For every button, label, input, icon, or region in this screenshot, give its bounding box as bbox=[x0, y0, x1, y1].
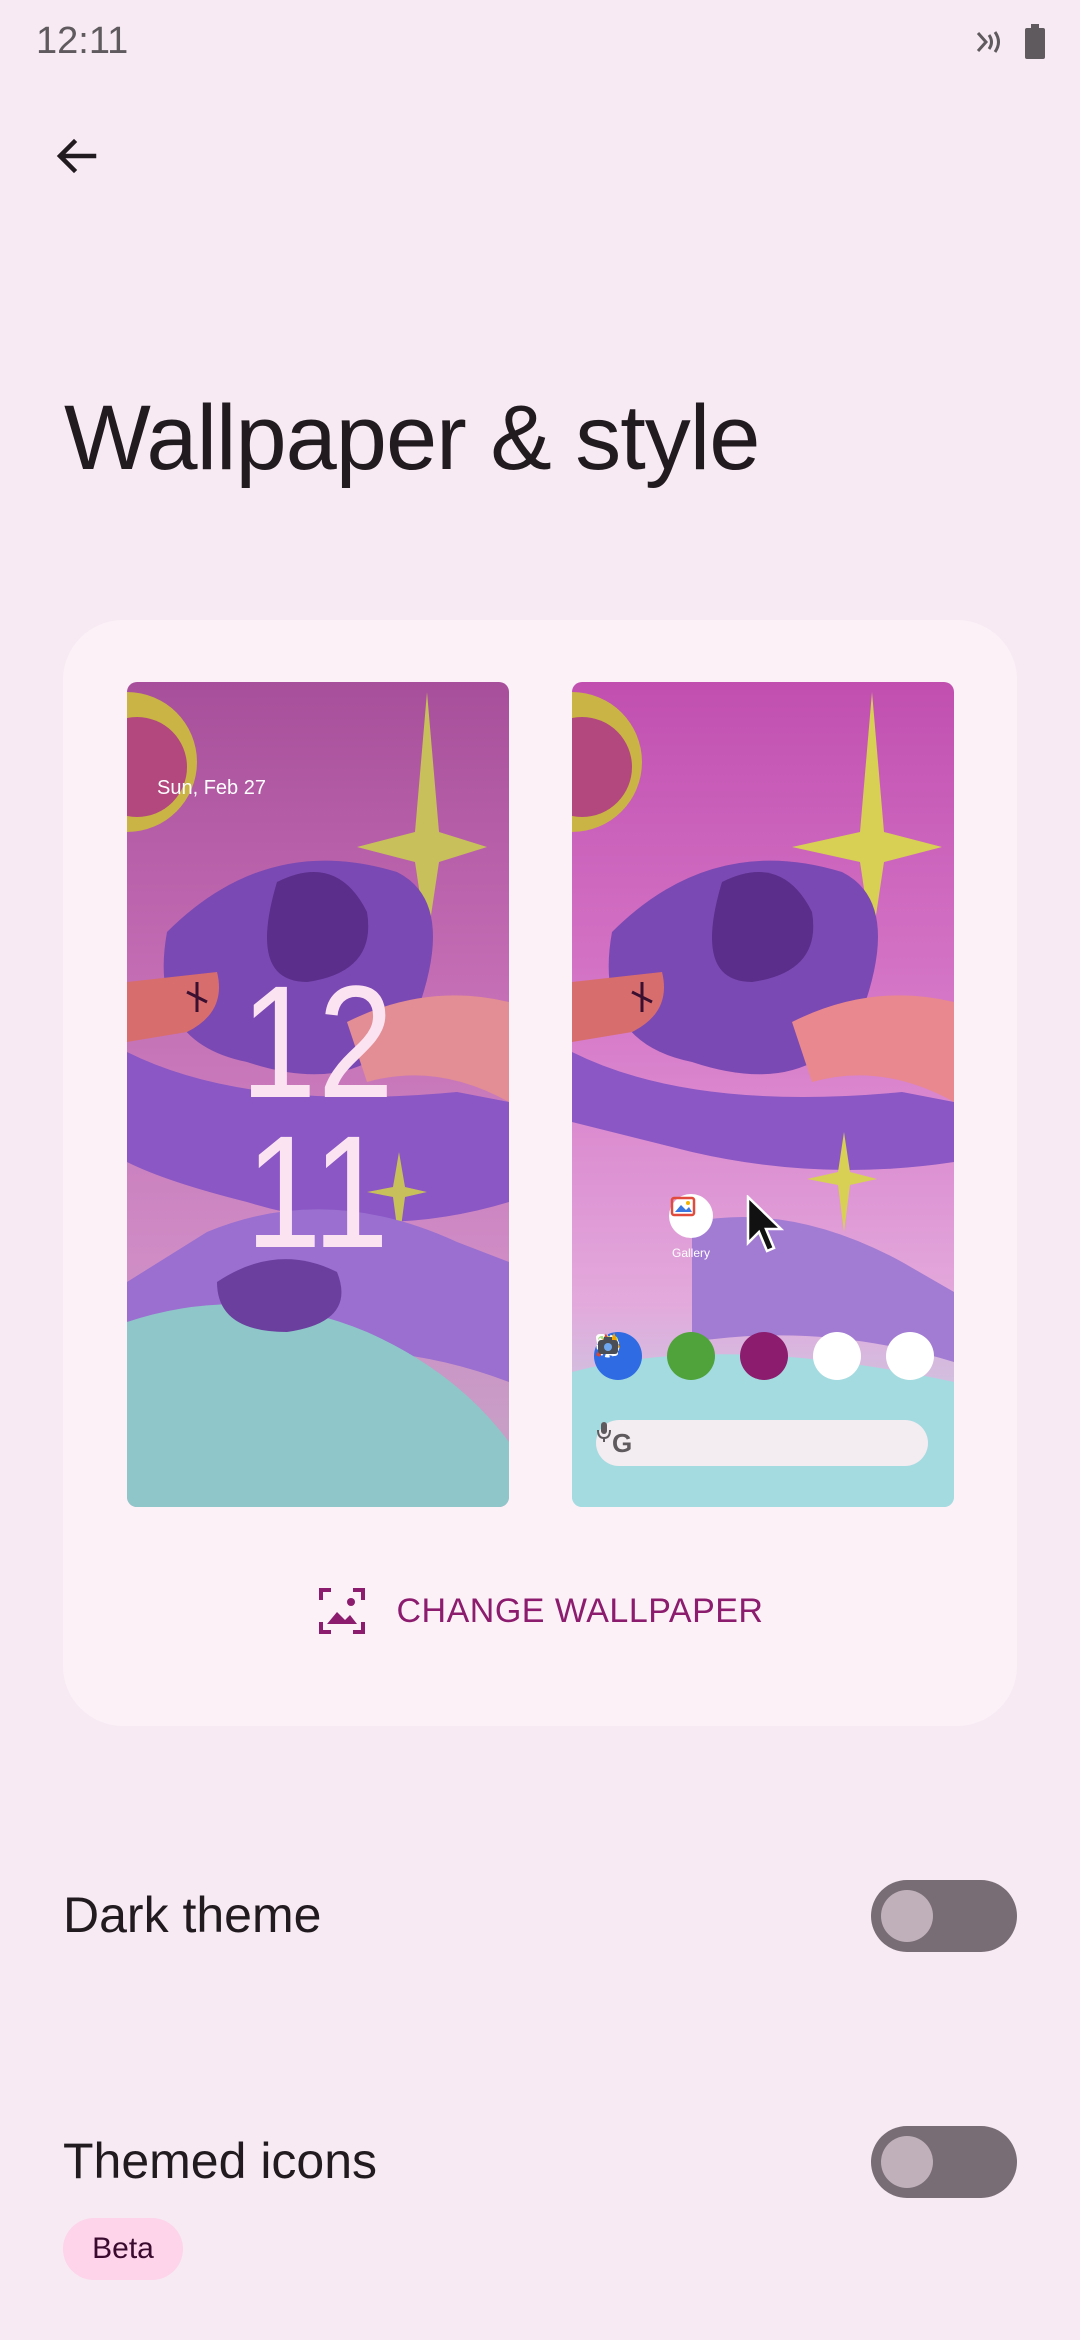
battery-icon bbox=[1024, 24, 1046, 65]
home-dock bbox=[594, 1332, 934, 1380]
app-gallery[interactable]: Gallery bbox=[669, 1194, 713, 1260]
back-button[interactable] bbox=[40, 120, 112, 192]
home-screen-preview[interactable]: Gallery G bbox=[572, 682, 954, 1507]
status-time: 12:11 bbox=[36, 20, 129, 62]
mic-icon[interactable] bbox=[596, 1420, 612, 1444]
page-title: Wallpaper & style bbox=[64, 387, 760, 489]
change-wallpaper-button[interactable]: CHANGE WALLPAPER bbox=[63, 1586, 1017, 1636]
app-gallery-label: Gallery bbox=[671, 1246, 710, 1260]
change-wallpaper-label: CHANGE WALLPAPER bbox=[396, 1591, 764, 1630]
arrow-back-icon bbox=[56, 138, 97, 174]
wallpaper-preview-card: Sun, Feb 27 12 11 Gallery G CHANGE WALLP… bbox=[63, 620, 1017, 1726]
themed-icons-toggle[interactable] bbox=[871, 2126, 1017, 2198]
clock-hour: 12 bbox=[240, 952, 396, 1131]
gallery-icon bbox=[669, 1194, 713, 1238]
dark-theme-toggle[interactable] bbox=[871, 1880, 1017, 1952]
messages-icon[interactable] bbox=[598, 1332, 715, 1380]
wallpaper-icon bbox=[318, 1588, 365, 1634]
dark-theme-label: Dark theme bbox=[63, 1887, 322, 1943]
google-g-icon: G bbox=[612, 1427, 633, 1458]
toggle-thumb bbox=[881, 1890, 933, 1942]
lock-screen-clock: 12 11 bbox=[127, 952, 509, 1281]
beta-badge: Beta bbox=[63, 2218, 183, 2280]
status-bar: 12:11 bbox=[0, 0, 1080, 90]
lock-screen-preview[interactable]: Sun, Feb 27 12 11 bbox=[127, 682, 509, 1507]
toggle-thumb bbox=[881, 2136, 933, 2188]
maps-go-icon[interactable] bbox=[596, 1332, 861, 1380]
nfc-signal-icon bbox=[974, 27, 1006, 62]
status-icons bbox=[974, 24, 1046, 65]
settings-icon[interactable] bbox=[596, 1332, 788, 1380]
clock-minute: 11 bbox=[245, 1102, 391, 1281]
mouse-cursor-icon bbox=[746, 1195, 785, 1253]
themed-icons-label: Themed icons bbox=[63, 2133, 378, 2189]
google-search-bar[interactable]: G bbox=[596, 1420, 928, 1466]
lock-screen-date: Sun, Feb 27 bbox=[157, 777, 266, 799]
camera-go-icon[interactable] bbox=[598, 1332, 934, 1380]
